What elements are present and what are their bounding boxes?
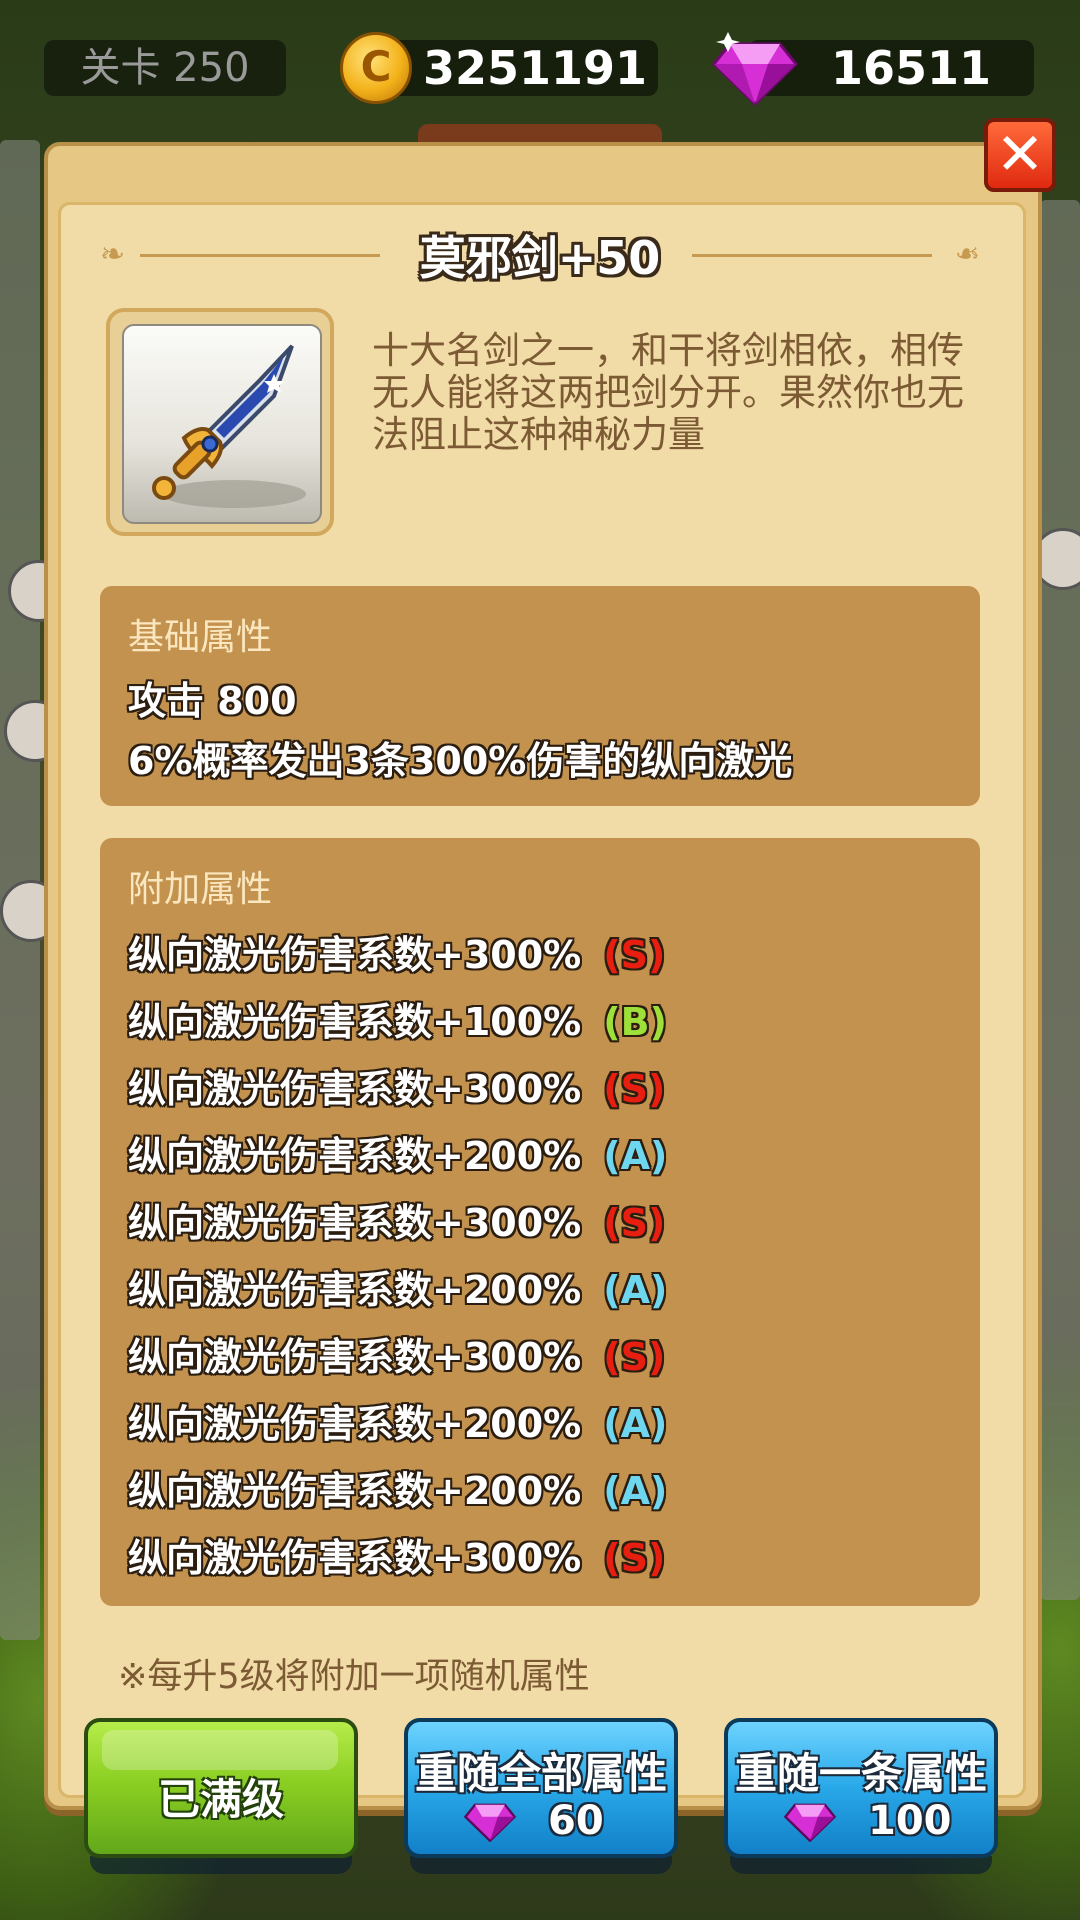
button-shine: [102, 1730, 338, 1770]
special-effect: 6%概率发出3条300%伤害的纵向激光: [128, 739, 793, 783]
attribute-text: 纵向激光伤害系数+200%: [128, 1469, 582, 1513]
reroll-all-cost-value: 60: [548, 1798, 604, 1844]
coin-icon: C: [340, 32, 412, 104]
coin-counter: 3251191: [372, 40, 658, 96]
close-icon: ✕: [995, 120, 1045, 188]
gem-icon: [712, 32, 798, 106]
coin-amount: 3251191: [422, 41, 648, 95]
attribute-text: 纵向激光伤害系数+200%: [128, 1402, 582, 1446]
button-shadow: [730, 1856, 992, 1874]
attribute-text: 纵向激光伤害系数+200%: [128, 1268, 582, 1312]
attribute-text: 纵向激光伤害系数+200%: [128, 1134, 582, 1178]
base-attributes-section: 基础属性 攻击 800 6%概率发出3条300%伤害的纵向激光: [100, 586, 980, 806]
level-indicator: 关卡 250: [44, 40, 286, 96]
attribute-text: 纵向激光伤害系数+100%: [128, 1000, 582, 1044]
currency-bar: 关卡 250 3251191 C 16511: [0, 0, 1080, 130]
extra-attribute-row: 纵向激光伤害系数+200% (A): [128, 1393, 667, 1448]
extra-attribute-row: 纵向激光伤害系数+200% (A): [128, 1125, 667, 1180]
extra-attribute-row: 纵向激光伤害系数+200% (A): [128, 1460, 667, 1515]
stone-wall-right: [1040, 200, 1080, 1600]
attribute-text: 纵向激光伤害系数+300%: [128, 1335, 582, 1379]
grade-badge: (A): [603, 1268, 668, 1312]
extra-attributes-section: 附加属性 纵向激光伤害系数+300% (S) 纵向激光伤害系数+100% (B) 纵…: [100, 838, 980, 1606]
max-level-label: 已满级: [157, 1775, 284, 1824]
extra-attribute-row: 纵向激光伤害系数+300% (S): [128, 1326, 665, 1381]
grade-badge: (S): [603, 1536, 666, 1580]
grade-badge: (A): [603, 1134, 668, 1178]
reroll-one-label: 重随一条属性: [734, 1749, 987, 1798]
extra-attribute-row: 纵向激光伤害系数+300% (S): [128, 1192, 665, 1247]
grade-badge: (A): [603, 1402, 668, 1446]
close-button[interactable]: ✕: [984, 118, 1056, 192]
attribute-text: 纵向激光伤害系数+300%: [128, 1201, 582, 1245]
reroll-one-cost: 100: [728, 1794, 994, 1844]
gem-icon: [464, 1803, 516, 1842]
grade-badge: (A): [603, 1469, 668, 1513]
attribute-text: 纵向激光伤害系数+300%: [128, 933, 582, 977]
grade-badge: (S): [603, 933, 666, 977]
base-attributes-heading: 基础属性: [128, 617, 273, 658]
button-shadow: [90, 1856, 352, 1874]
extra-attribute-row: 纵向激光伤害系数+300% (S): [128, 1058, 665, 1113]
reroll-all-label: 重随全部属性: [414, 1749, 667, 1798]
extra-attribute-row: 纵向激光伤害系数+200% (A): [128, 1259, 667, 1314]
extra-attributes-heading: 附加属性: [128, 869, 273, 910]
attribute-text: 纵向激光伤害系数+300%: [128, 1067, 582, 1111]
title-row: ❧ ❧ 莫邪剑+50: [100, 218, 980, 288]
reroll-one-button[interactable]: 重随一条属性 100: [724, 1718, 998, 1858]
grade-badge: (B): [603, 1000, 667, 1044]
extra-attribute-row: 纵向激光伤害系数+100% (B): [128, 991, 667, 1046]
reroll-all-cost: 60: [408, 1794, 674, 1844]
grade-badge: (S): [603, 1201, 666, 1245]
extra-attribute-row: 纵向激光伤害系数+300% (S): [128, 1527, 665, 1582]
item-description: 十大名剑之一，和干将剑相依，相传无人能将这两把剑分开。果然你也无法阻止这种神秘力…: [372, 329, 964, 456]
gem-icon: [784, 1803, 836, 1842]
button-shadow: [410, 1856, 672, 1874]
attribute-text: 纵向激光伤害系数+300%: [128, 1536, 582, 1580]
reroll-all-button[interactable]: 重随全部属性 60: [404, 1718, 678, 1858]
item-icon-frame: [106, 308, 334, 536]
extra-attribute-row: 纵向激光伤害系数+300% (S): [128, 924, 665, 979]
grade-badge: (S): [603, 1067, 666, 1111]
attack-value: 攻击 800: [128, 679, 297, 723]
gem-amount: 16511: [830, 41, 992, 95]
grade-badge: (S): [603, 1335, 666, 1379]
max-level-button[interactable]: 已满级: [84, 1718, 358, 1858]
item-icon-background: [122, 324, 322, 524]
item-title: 莫邪剑+50: [419, 231, 661, 285]
upgrade-note: ※每升5级将附加一项随机属性: [118, 1657, 590, 1697]
reroll-one-cost-value: 100: [868, 1798, 952, 1844]
sword-icon: [152, 344, 306, 508]
